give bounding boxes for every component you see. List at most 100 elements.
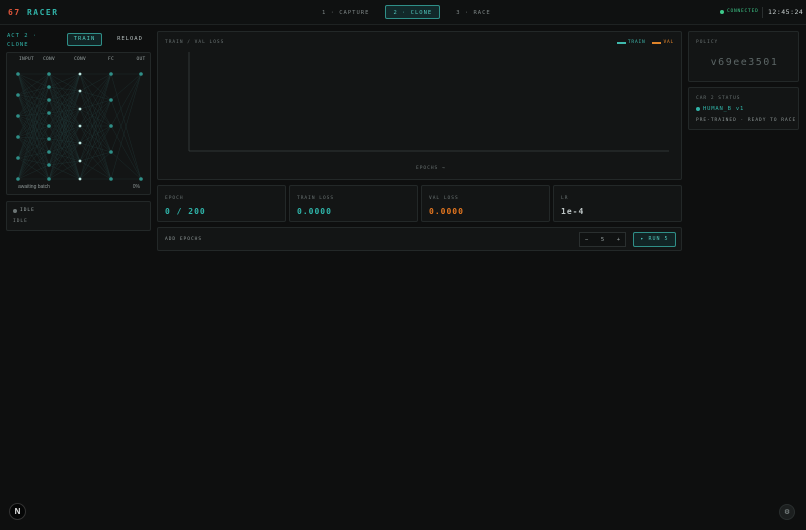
policy-card: POLICY v69ee3501 (688, 31, 799, 82)
metric-epoch: EPOCH 0 / 200 (157, 185, 286, 222)
network-edge (48, 125, 81, 162)
app-logo: 67 RACER (8, 8, 59, 17)
network-edge (17, 115, 50, 127)
epochs-value[interactable]: 5 (601, 237, 604, 243)
network-node (16, 114, 20, 118)
metric-value: 0.0000 (297, 207, 332, 216)
network-visualization: INPUT CONV CONV FC OUT awaiting batch 0% (6, 52, 151, 195)
network-edge (79, 108, 112, 180)
network-node (78, 141, 82, 145)
network-graph (16, 72, 143, 181)
network-node (47, 137, 51, 141)
network-edge (48, 142, 81, 180)
policy-label: POLICY (696, 40, 719, 45)
network-node (47, 177, 51, 181)
network-edge (79, 151, 112, 162)
network-edge (17, 86, 50, 96)
loss-chart: TRAIN / VAL LOSS TRAIN VAL EPOCHS → (157, 31, 682, 180)
network-node (16, 135, 20, 139)
network-node (47, 150, 51, 154)
act-label: ACT 2 · CLONE (7, 33, 38, 48)
network-status: awaiting batch (18, 184, 50, 190)
top-bar: 67 RACER 1 · CAPTURE 2 · CLONE 3 · RACE … (0, 0, 806, 25)
network-edge (110, 99, 142, 180)
step-capture[interactable]: 1 · CAPTURE (314, 5, 377, 19)
network-node (78, 72, 82, 76)
car-status-sub: PRE-TRAINED · READY TO RACE (696, 118, 797, 123)
network-node (109, 124, 113, 128)
step-nav: 1 · CAPTURE 2 · CLONE 3 · RACE (314, 5, 499, 20)
step-race[interactable]: 3 · RACE (448, 5, 499, 19)
network-edge (17, 73, 50, 127)
metric-label: EPOCH (165, 196, 184, 201)
metric-val-loss: VAL LOSS 0.0000 (421, 185, 550, 222)
metric-value: 0 / 200 (165, 207, 206, 216)
network-edge (17, 73, 50, 96)
network-node (16, 93, 20, 97)
car-status-card: CAR 2 STATUS HUMAN_B v1 PRE-TRAINED · RE… (688, 87, 799, 130)
network-edge (17, 94, 50, 180)
idle-state-label: IDLE (20, 208, 35, 213)
reload-button[interactable]: RELOAD (111, 33, 149, 46)
metric-label: LR (561, 196, 569, 201)
network-node (109, 98, 113, 102)
step-clone[interactable]: 2 · CLONE (385, 5, 441, 19)
idle-dot-icon (13, 208, 17, 213)
metric-train-loss: TRAIN LOSS 0.0000 (289, 185, 418, 222)
network-edge (48, 73, 81, 88)
model-dot-icon (696, 107, 700, 111)
decrement-button[interactable]: − (585, 237, 588, 243)
metric-label: TRAIN LOSS (297, 196, 335, 201)
network-node (78, 107, 82, 111)
increment-button[interactable]: + (617, 237, 620, 243)
network-progress: 0% (132, 184, 140, 190)
metric-value: 1e-4 (561, 207, 585, 216)
network-node (78, 124, 82, 128)
chart-plot (188, 52, 669, 152)
settings-icon[interactable]: ⚙ (779, 504, 795, 520)
epochs-stepper: − 5 + (579, 232, 626, 247)
connection-label: CONNECTED (727, 9, 759, 14)
network-node (47, 98, 51, 102)
network-node (47, 85, 51, 89)
network-edge (17, 86, 50, 180)
network-edge (110, 151, 142, 180)
network-node (47, 124, 51, 128)
network-edge (17, 157, 50, 180)
network-edge (48, 73, 81, 92)
car-model: HUMAN_B v1 (696, 106, 744, 112)
metric-label: VAL LOSS (429, 196, 459, 201)
network-edge (110, 73, 142, 153)
network-edge (48, 90, 81, 180)
network-node (16, 72, 20, 76)
add-epochs-card: ADD EPOCHS − 5 + ▸ RUN 5 (157, 227, 682, 251)
car-model-label: HUMAN_B v1 (703, 106, 745, 112)
network-node (16, 177, 20, 181)
network-node (78, 159, 82, 163)
policy-value: v69ee3501 (710, 57, 779, 68)
connection-status: CONNECTED (720, 9, 759, 14)
network-edge (17, 73, 50, 159)
network-node (109, 150, 113, 154)
x-axis-label: EPOCHS → (416, 166, 446, 171)
train-button[interactable]: TRAIN (67, 33, 102, 46)
network-edge (110, 73, 142, 101)
network-node (109, 72, 113, 76)
divider (762, 7, 763, 18)
idle-state: IDLE (13, 208, 35, 213)
logo-text: RACER (26, 8, 59, 17)
n-logo-icon[interactable]: N (9, 503, 26, 520)
run-button[interactable]: ▸ RUN 5 (633, 232, 676, 247)
network-node (47, 72, 51, 76)
metric-lr: LR 1e-4 (553, 185, 682, 222)
metric-value: 0.0000 (429, 207, 464, 216)
logo-number: 67 (8, 8, 21, 17)
network-node (78, 177, 82, 181)
network-node (47, 111, 51, 115)
network-edge (79, 125, 112, 162)
network-edge (110, 125, 142, 180)
idle-message: IDLE (13, 219, 28, 224)
network-edge (79, 90, 112, 180)
network-node (139, 177, 143, 181)
car-status-label: CAR 2 STATUS (696, 96, 741, 101)
